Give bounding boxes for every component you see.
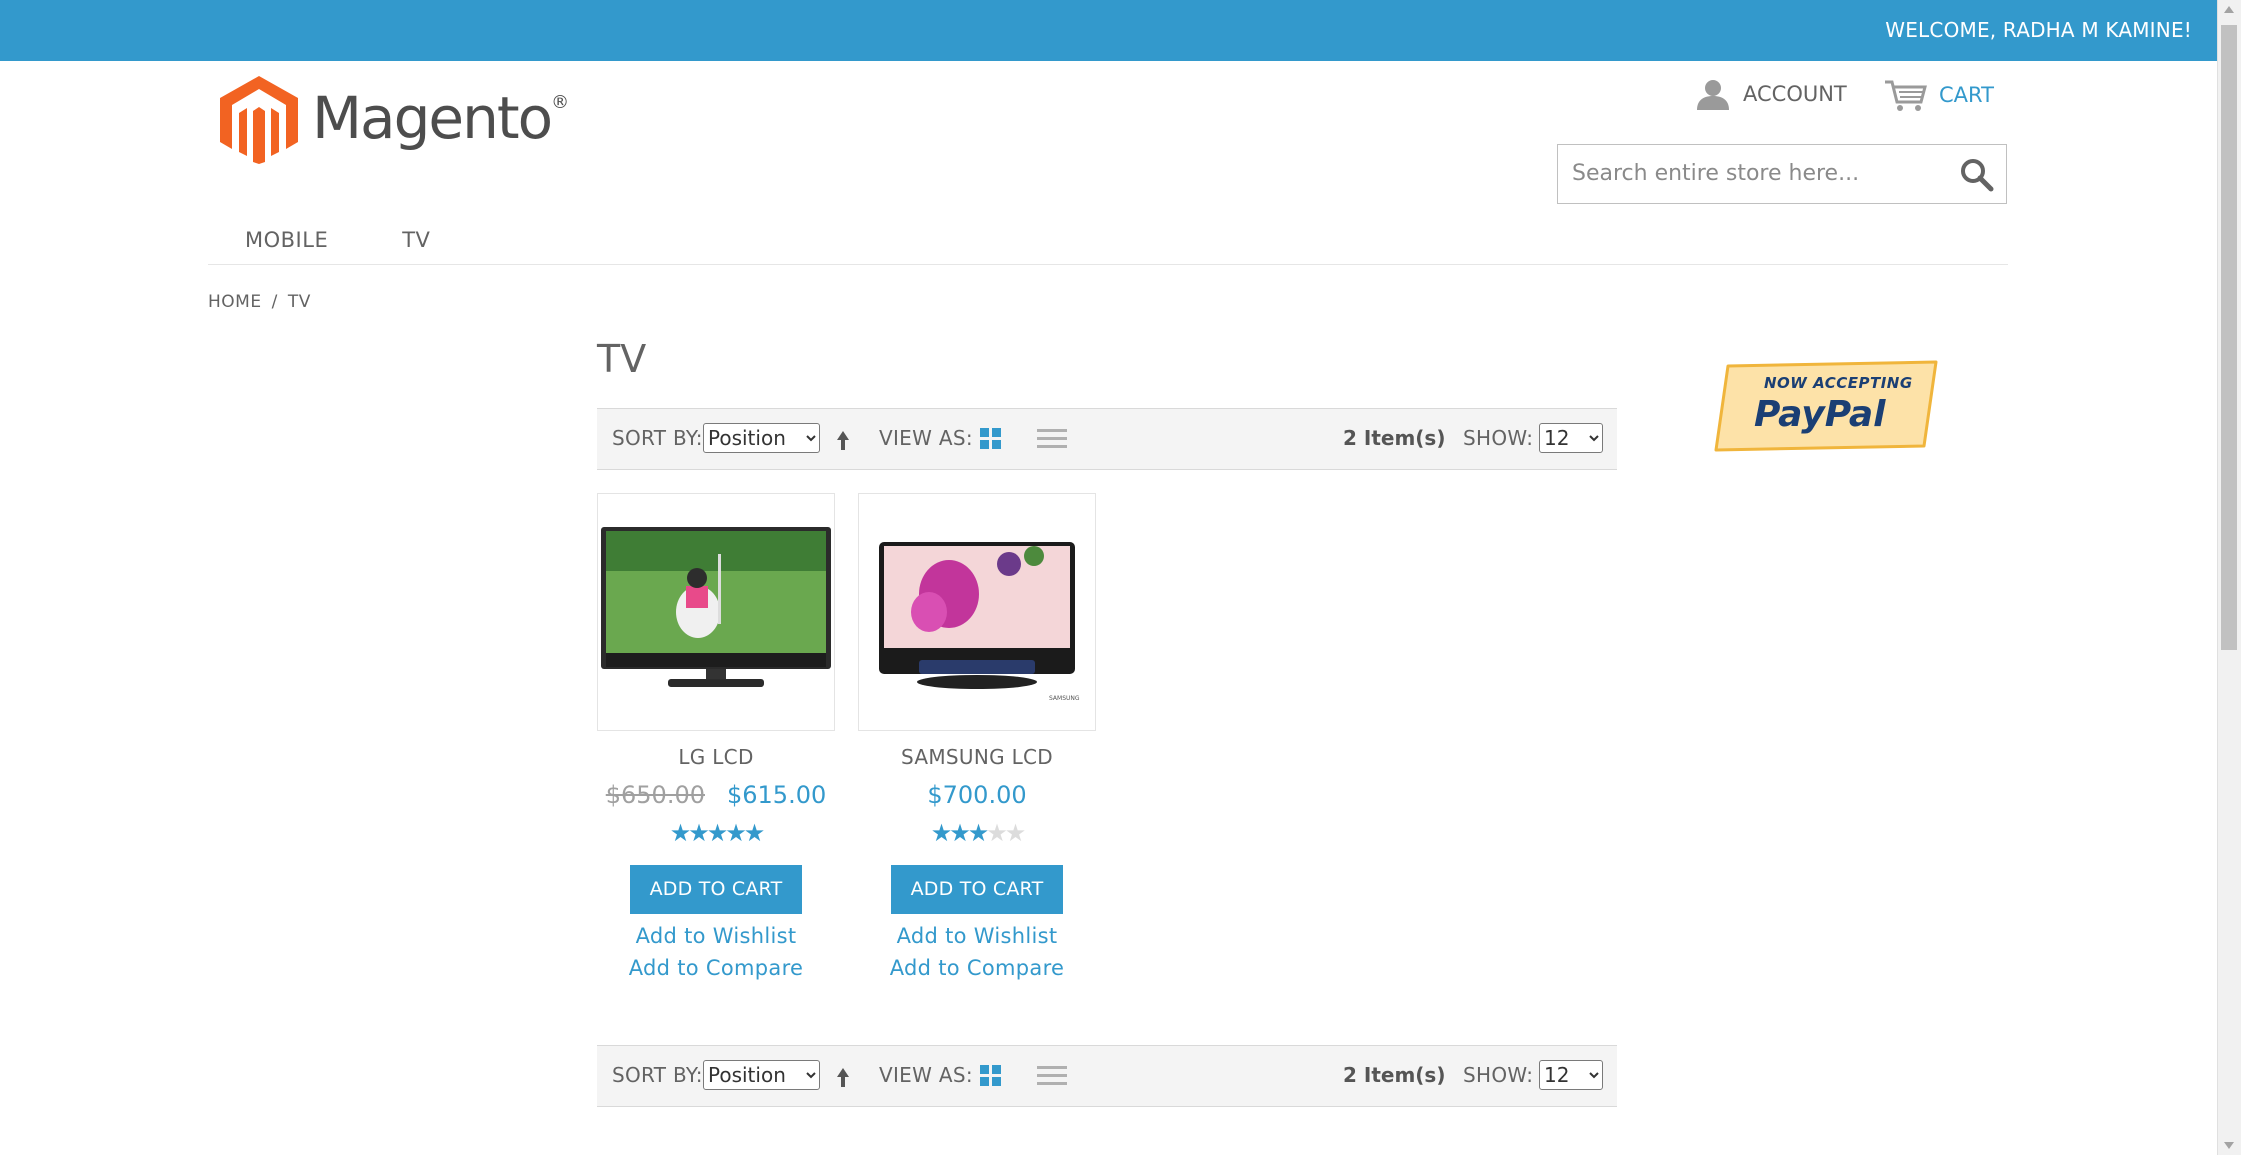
samsung-tv-image: SAMSUNG <box>879 542 1080 702</box>
top-bar: WELCOME, RADHA M KAMINE! <box>0 0 2218 61</box>
show-select[interactable]: 12 <box>1539 423 1603 453</box>
star-icon: ★ <box>706 819 728 847</box>
product-image[interactable]: SAMSUNG <box>858 493 1096 731</box>
list-view-icon[interactable] <box>1037 428 1067 450</box>
nav-item-tv[interactable]: TV <box>365 228 467 252</box>
product-item: LG LCD $650.00 $615.00 ★★★★★ ADD TO CART … <box>597 493 835 980</box>
show-label: SHOW: <box>1463 426 1534 450</box>
star-empty-icon: ★ <box>986 819 1007 847</box>
add-to-compare-link[interactable]: Add to Compare <box>597 956 835 980</box>
logo-text: Magento® <box>312 84 569 152</box>
paypal-caption: NOW ACCEPTING <box>1764 374 1913 392</box>
page-title: TV <box>597 337 647 381</box>
breadcrumb: HOME / TV <box>208 292 311 312</box>
product-prices: $650.00 $615.00 <box>597 781 835 809</box>
star-icon: ★ <box>949 819 970 847</box>
product-item: SAMSUNG SAMSUNG LCD $700.00 ★★★★★ ADD TO… <box>858 493 1096 980</box>
sort-label: SORT BY: <box>612 426 703 450</box>
cart-link[interactable]: CART <box>1883 78 1994 112</box>
sort-label: SORT BY: <box>612 1063 703 1087</box>
rating-stars[interactable]: ★★★★★ <box>597 821 835 845</box>
main-nav: MOBILE TV <box>208 228 467 252</box>
svg-text:SAMSUNG: SAMSUNG <box>1049 695 1080 702</box>
sort-select[interactable]: Position <box>703 423 820 453</box>
account-link[interactable]: ACCOUNT <box>1695 78 1847 110</box>
product-image[interactable] <box>597 493 835 731</box>
item-count: 2 Item(s) <box>1343 1063 1446 1087</box>
nav-item-mobile[interactable]: MOBILE <box>208 228 365 252</box>
user-icon <box>1697 80 1729 110</box>
product-name[interactable]: LG LCD <box>597 745 835 769</box>
add-to-cart-button[interactable]: ADD TO CART <box>630 865 802 914</box>
grid-view-icon[interactable] <box>980 1065 1002 1087</box>
grid-view-icon[interactable] <box>980 428 1002 450</box>
sort-direction-icon[interactable] <box>836 428 850 452</box>
add-to-compare-link[interactable]: Add to Compare <box>858 956 1096 980</box>
star-empty-icon: ★ <box>1004 819 1026 847</box>
scroll-thumb[interactable] <box>2221 25 2237 650</box>
toolbar-bottom: SORT BY: Position VIEW AS: 2 Item(s) SHO… <box>597 1045 1617 1107</box>
star-icon: ★ <box>669 819 691 847</box>
search-icon[interactable] <box>1960 158 1994 192</box>
star-icon: ★ <box>725 819 746 847</box>
account-label: ACCOUNT <box>1743 82 1847 106</box>
search-box <box>1557 144 2007 204</box>
cart-label: CART <box>1939 83 1994 107</box>
scroll-up-icon[interactable] <box>2224 6 2234 13</box>
sort-direction-icon[interactable] <box>836 1065 850 1089</box>
list-view-icon[interactable] <box>1037 1065 1067 1087</box>
show-label: SHOW: <box>1463 1063 1534 1087</box>
breadcrumb-home[interactable]: HOME <box>208 292 262 312</box>
show-select[interactable]: 12 <box>1539 1060 1603 1090</box>
add-to-cart-button[interactable]: ADD TO CART <box>891 865 1063 914</box>
magento-logo-icon <box>220 76 298 164</box>
cart-icon <box>1885 80 1927 111</box>
nav-divider <box>208 264 2008 265</box>
sort-select[interactable]: Position <box>703 1060 820 1090</box>
view-label: VIEW AS: <box>879 426 973 450</box>
view-label: VIEW AS: <box>879 1063 973 1087</box>
product-prices: $700.00 <box>858 781 1096 809</box>
star-icon: ★ <box>688 819 709 847</box>
search-input[interactable] <box>1558 145 1966 201</box>
item-count: 2 Item(s) <box>1343 426 1446 450</box>
star-icon: ★ <box>967 819 989 847</box>
product-name[interactable]: SAMSUNG LCD <box>858 745 1096 769</box>
toolbar-top: SORT BY: Position VIEW AS: 2 Item(s) SHO… <box>597 408 1617 470</box>
breadcrumb-separator: / <box>271 292 278 312</box>
paypal-brand: PayPal <box>1754 394 1886 435</box>
scroll-down-icon[interactable] <box>2224 1142 2234 1149</box>
welcome-message: WELCOME, RADHA M KAMINE! <box>1885 18 2192 42</box>
rating-stars[interactable]: ★★★★★ <box>858 821 1096 845</box>
special-price: $615.00 <box>727 781 827 809</box>
regular-price: $700.00 <box>927 781 1027 809</box>
lg-tv-image <box>601 527 831 687</box>
scrollbar[interactable] <box>2217 0 2241 1155</box>
star-icon: ★ <box>743 819 765 847</box>
star-icon: ★ <box>930 819 952 847</box>
store-logo[interactable]: Magento® <box>220 74 569 166</box>
old-price: $650.00 <box>605 781 705 809</box>
add-to-wishlist-link[interactable]: Add to Wishlist <box>597 924 835 948</box>
breadcrumb-current: TV <box>287 292 311 312</box>
paypal-badge[interactable]: NOW ACCEPTING PayPal <box>1714 360 1942 452</box>
add-to-wishlist-link[interactable]: Add to Wishlist <box>858 924 1096 948</box>
